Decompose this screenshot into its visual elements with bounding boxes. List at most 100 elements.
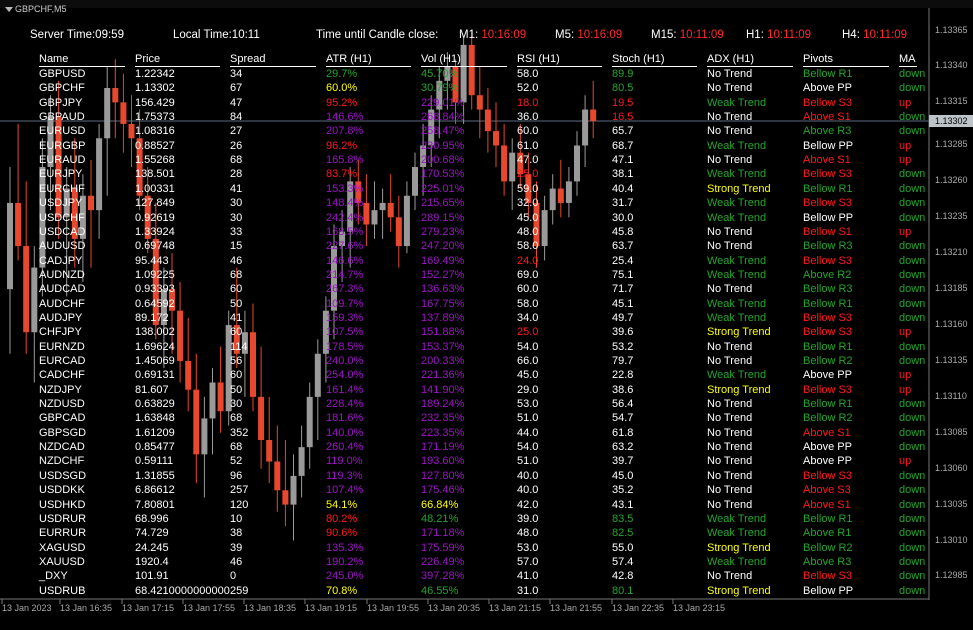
table-cell-piv: Above S1 xyxy=(803,498,851,511)
table-cell-piv: Bellow R1 xyxy=(803,398,853,411)
table-cell-name: AUDNZD xyxy=(39,268,85,281)
table-cell-vol: 153.37% xyxy=(421,340,465,353)
table-cell-name: GBPCHF xyxy=(39,82,85,95)
table-cell-price: 101.91 xyxy=(135,570,169,583)
table-cell-price: 1.55268 xyxy=(135,154,175,167)
table-cell-spread: 26 xyxy=(230,139,243,152)
table-cell-ma: down xyxy=(899,111,926,124)
table-cell-atr: 107.4% xyxy=(326,484,364,497)
column-header: ADX (H1) xyxy=(707,53,793,67)
table-cell-atr: 159.3% xyxy=(326,311,364,324)
candle-body xyxy=(574,145,580,182)
table-cell-piv: Above PP xyxy=(803,455,852,468)
table-cell-vol: 175.59% xyxy=(421,541,465,554)
table-cell-spread: 56 xyxy=(230,355,243,367)
table-cell-atr: 95.2% xyxy=(326,96,358,109)
table-cell-stoch: 16.5 xyxy=(612,111,634,124)
table-cell-name: USDRUR xyxy=(39,512,87,525)
table-cell-rsi: 47.0 xyxy=(517,154,539,167)
table-cell-ma: down xyxy=(899,283,926,296)
table-cell-adx: No Trend xyxy=(707,570,753,583)
table-cell-rsi: 36.0 xyxy=(517,111,539,124)
table-cell-adx: Strong Trend xyxy=(707,584,771,597)
price-tick-label: 1.13260 xyxy=(935,175,968,186)
table-cell-stoch: 82.5 xyxy=(612,527,634,540)
table-cell-rsi: 51.0 xyxy=(517,455,539,468)
table-cell-price: 0.63829 xyxy=(135,398,175,411)
table-cell-piv: Bellow R1 xyxy=(803,297,853,310)
table-cell-name: AUDCAD xyxy=(39,283,86,296)
table-cell-piv: Above PP xyxy=(803,369,852,382)
table-cell-stoch: 25.4 xyxy=(612,254,634,267)
candle-body xyxy=(274,461,281,491)
table-cell-spread: 39 xyxy=(230,541,243,554)
table-cell-stoch: 53.2 xyxy=(612,340,634,353)
table-cell-piv: Bellow R1 xyxy=(803,182,853,195)
table-cell-adx: Weak Trend xyxy=(707,254,767,267)
table-cell-price: 0.69748 xyxy=(135,240,175,253)
table-cell-piv: Above S3 xyxy=(803,484,851,497)
table-cell-adx: Weak Trend xyxy=(707,96,767,109)
table-cell-rsi: 58.0 xyxy=(517,297,539,310)
table-cell-ma: down xyxy=(899,125,926,138)
m1-countdown: M1: 10:16:09 xyxy=(459,29,527,41)
column-header: Spread xyxy=(230,53,316,67)
table-cell-adx: No Trend xyxy=(707,283,753,296)
chart-title-bar[interactable]: GBPCHF,M5 xyxy=(0,0,929,20)
table-cell-stoch: 55.0 xyxy=(612,541,634,554)
table-cell-name: USDSGD xyxy=(39,469,87,482)
table-cell-adx: Strong Trend xyxy=(707,541,771,554)
table-cell-ma: up xyxy=(899,326,912,339)
table-cell-price: 1.45069 xyxy=(135,355,175,367)
table-cell-atr: 119.3% xyxy=(326,469,363,482)
table-cell-adx: No Trend xyxy=(707,340,753,353)
price-tick-label: 1.13085 xyxy=(935,426,968,437)
table-cell-price: 0.64592 xyxy=(135,297,175,310)
table-cell-name: EURCAD xyxy=(39,355,86,367)
table-cell-vol: 30.79% xyxy=(421,82,459,95)
table-cell-name: USDJPY xyxy=(39,197,83,210)
table-cell-spread: 120 xyxy=(230,498,249,511)
table-cell-ma: down xyxy=(899,541,926,554)
candle-body xyxy=(549,188,556,211)
table-cell-rsi: 40.0 xyxy=(517,484,539,497)
candle-body xyxy=(209,382,216,419)
table-cell-spread: 0 xyxy=(230,570,237,583)
candle-body xyxy=(31,267,38,333)
table-cell-stoch: 57.4 xyxy=(612,555,634,568)
table-cell-adx: Weak Trend xyxy=(707,168,767,181)
table-cell-price: 95.443 xyxy=(135,254,169,267)
dropdown-triangle-icon[interactable] xyxy=(5,7,13,12)
table-cell-vol: 215.65% xyxy=(421,197,465,210)
h4-countdown: H4: 10:11:09 xyxy=(842,29,908,41)
candle-body xyxy=(88,195,94,211)
table-cell-name: EURGBP xyxy=(39,139,86,152)
table-cell-rsi: 40.0 xyxy=(517,469,539,482)
local-time: Local Time:10:11 xyxy=(173,29,260,41)
table-cell-rsi: 61.0 xyxy=(517,139,539,152)
table-cell-atr: 228.4% xyxy=(326,398,364,411)
table-cell-stoch: 45.1 xyxy=(612,297,634,310)
table-cell-ma: up xyxy=(899,369,912,382)
table-cell-spread: 68 xyxy=(230,154,243,167)
price-tick-label: 1.13285 xyxy=(935,139,968,150)
candle-body xyxy=(403,195,410,247)
table-cell-spread: 68 xyxy=(230,268,243,281)
table-cell-adx: No Trend xyxy=(707,412,753,425)
table-cell-ma: down xyxy=(899,211,926,224)
table-cell-name: GBPSGD xyxy=(39,426,87,439)
table-cell-ma: down xyxy=(899,82,926,95)
table-cell-name: NZDJPY xyxy=(39,383,82,396)
price-tick-label: 1.12985 xyxy=(935,570,968,581)
current-price-label: 1.13302 xyxy=(929,115,973,128)
table-cell-name: USDHKD xyxy=(39,498,86,511)
table-cell-piv: Bellow R3 xyxy=(803,283,853,296)
table-cell-name: EURJPY xyxy=(39,168,83,181)
h1-countdown: H1: 10:11:09 xyxy=(746,29,812,41)
candle-body xyxy=(395,217,402,247)
table-cell-piv: Bellow S3 xyxy=(803,383,852,396)
table-cell-price: 68.4210000000000 xyxy=(135,584,230,597)
table-cell-atr: 107.5% xyxy=(326,326,364,339)
candle-body xyxy=(7,202,13,290)
table-cell-rsi: 48.0 xyxy=(517,527,539,540)
